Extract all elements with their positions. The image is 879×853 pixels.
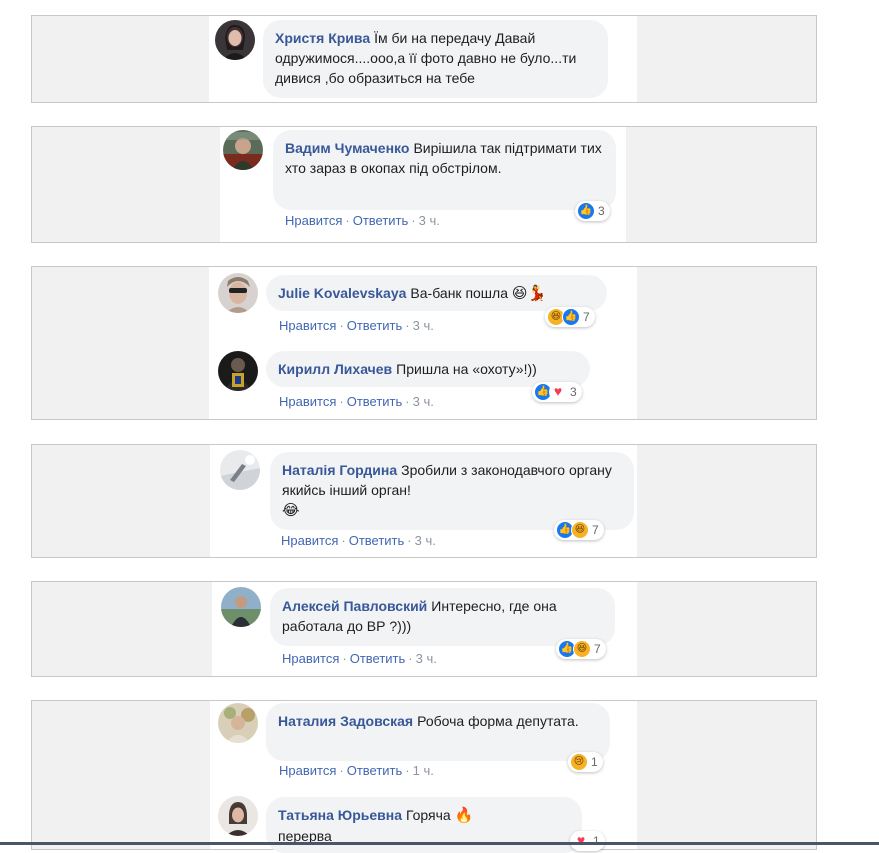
comment-bubble: Наталия Задовская Робоча форма депутата.	[266, 703, 610, 761]
separator: ·	[408, 651, 413, 666]
comment-emoji: 😂	[282, 502, 300, 519]
heart-reaction-icon: ♥	[549, 383, 567, 401]
reaction-count: 3	[598, 204, 605, 218]
timestamp[interactable]: 3 ч.	[419, 213, 440, 228]
like-link[interactable]: Нравится	[279, 394, 336, 409]
reaction-count: 1	[593, 834, 600, 848]
reaction-summary[interactable]: 😢 1	[568, 752, 603, 772]
comment-actions: Нравится · Ответить · 3 ч.	[279, 318, 434, 333]
avatar[interactable]	[215, 20, 255, 60]
reply-link[interactable]: Ответить	[353, 213, 409, 228]
comment-card: Наталия Задовская Робоча форма депутата. …	[31, 700, 817, 853]
separator: ·	[405, 394, 410, 409]
separator: ·	[405, 763, 410, 778]
comment-emoji: 😆💃	[511, 285, 547, 302]
timestamp[interactable]: 1 ч.	[413, 763, 434, 778]
avatar[interactable]	[218, 796, 258, 836]
like-link[interactable]: Нравится	[285, 213, 342, 228]
comment-bubble: Вадим Чумаченко Вирішила так підтримати т…	[273, 130, 616, 210]
comment-actions: Нравится · Ответить · 3 ч.	[279, 394, 434, 409]
reaction-count: 3	[570, 385, 577, 399]
reaction-summary[interactable]: 👍 😆 7	[554, 520, 604, 540]
separator: ·	[339, 318, 344, 333]
avatar[interactable]	[221, 587, 261, 627]
comment-actions: Нравится · Ответить · 3 ч.	[282, 651, 437, 666]
separator: ·	[407, 533, 412, 548]
comment-bubble: Алексей Павловский Интересно, где она раб…	[270, 588, 615, 646]
separator: ·	[342, 651, 347, 666]
reaction-summary[interactable]: 👍 3	[575, 201, 610, 221]
comment-author[interactable]: Христя Крива	[275, 30, 370, 46]
comment-bubble: Христя Крива Їм би на передачу Давай одру…	[263, 20, 608, 98]
reaction-summary[interactable]: 👍 😆 7	[556, 639, 606, 659]
comment-author[interactable]: Алексей Павловский	[282, 598, 427, 614]
comment-text: Робоча форма депутата.	[417, 713, 579, 729]
separator: ·	[339, 394, 344, 409]
comment-text: Горяча	[405, 807, 451, 823]
reaction-count: 7	[594, 642, 601, 656]
avatar[interactable]	[218, 351, 258, 391]
reply-link[interactable]: Ответить	[347, 318, 403, 333]
timestamp[interactable]: 3 ч.	[413, 394, 434, 409]
avatar[interactable]	[223, 130, 263, 170]
avatar[interactable]	[218, 703, 258, 743]
like-reaction-icon: 👍	[577, 202, 595, 220]
fire-emoji: 🔥	[454, 807, 474, 824]
reply-link[interactable]: Ответить	[347, 763, 403, 778]
reply-link[interactable]: Ответить	[347, 394, 403, 409]
like-link[interactable]: Нравится	[279, 763, 336, 778]
reaction-count: 7	[583, 310, 590, 324]
separator: ·	[339, 763, 344, 778]
heart-reaction-icon: ♥	[572, 832, 590, 850]
reaction-summary[interactable]: ♥ 1	[570, 831, 605, 851]
comment-actions: Нравится · Ответить · 1 ч.	[279, 763, 434, 778]
comment-author[interactable]: Julie Kovalevskaya	[278, 285, 406, 301]
comment-author[interactable]: Наталия Задовская	[278, 713, 413, 729]
like-link[interactable]: Нравится	[282, 651, 339, 666]
like-link[interactable]: Нравится	[279, 318, 336, 333]
sad-reaction-icon: 😢	[570, 753, 588, 771]
separator: ·	[405, 318, 410, 333]
comment-author[interactable]: Вадим Чумаченко	[285, 140, 409, 156]
comment-card: Julie Kovalevskaya Ва-банк пошла 😆💃 😆 👍 7…	[31, 266, 817, 420]
comment-author[interactable]: Татьяна Юрьевна	[278, 807, 402, 823]
reaction-summary[interactable]: 😆 👍 7	[545, 307, 595, 327]
separator: ·	[411, 213, 416, 228]
timestamp[interactable]: 3 ч.	[416, 651, 437, 666]
haha-reaction-icon: 😆	[571, 521, 589, 539]
comment-author[interactable]: Кирилл Лихачев	[278, 361, 392, 377]
comment-actions: Нравится · Ответить · 3 ч.	[281, 533, 436, 548]
comment-bubble: Наталія Гордина Зробили з законодавчого о…	[270, 452, 634, 530]
avatar[interactable]	[218, 273, 258, 313]
comment-card: Вадим Чумаченко Вирішила так підтримати т…	[31, 126, 817, 243]
haha-reaction-icon: 😆	[573, 640, 591, 658]
reply-link[interactable]: Ответить	[349, 533, 405, 548]
separator: ·	[345, 213, 350, 228]
like-reaction-icon: 👍	[562, 308, 580, 326]
reaction-summary[interactable]: 👍 ♥ 3	[532, 382, 582, 402]
comment-text: Пришла на «охоту»!))	[396, 361, 537, 377]
separator: ·	[341, 533, 346, 548]
like-link[interactable]: Нравится	[281, 533, 338, 548]
reply-link[interactable]: Ответить	[350, 651, 406, 666]
comment-author[interactable]: Наталія Гордина	[282, 462, 397, 478]
comment-card: Наталія Гордина Зробили з законодавчого о…	[31, 444, 817, 558]
comment-bubble: Julie Kovalevskaya Ва-банк пошла 😆💃	[266, 275, 607, 311]
comment-text: Ва-банк пошла	[410, 285, 508, 301]
timestamp[interactable]: 3 ч.	[413, 318, 434, 333]
comment-card: Христя Крива Їм би на передачу Давай одру…	[31, 15, 817, 103]
comment-actions: Нравится · Ответить · 3 ч.	[285, 213, 440, 228]
comment-card: Алексей Павловский Интересно, где она раб…	[31, 581, 817, 677]
avatar[interactable]	[220, 450, 260, 490]
reaction-count: 1	[591, 755, 598, 769]
timestamp[interactable]: 3 ч.	[415, 533, 436, 548]
reaction-count: 7	[592, 523, 599, 537]
